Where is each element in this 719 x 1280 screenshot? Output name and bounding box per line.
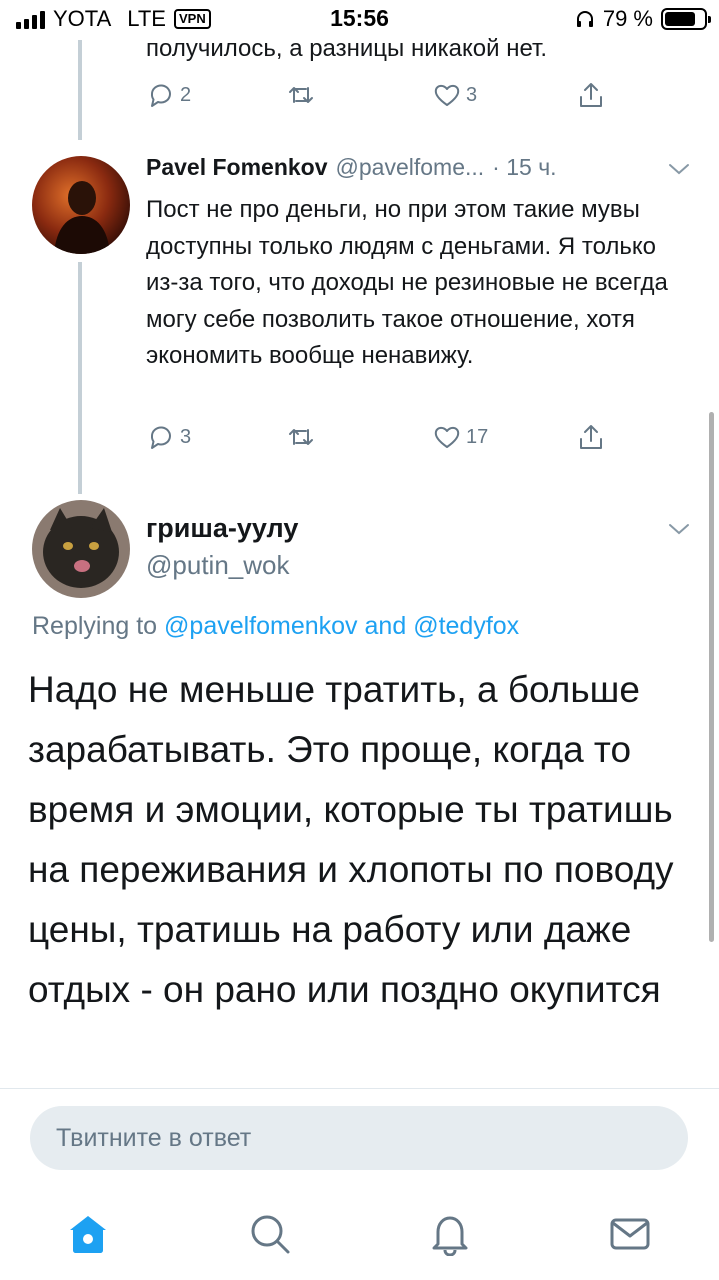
tweet-actions: 3 17 (146, 422, 616, 462)
replying-and[interactable]: and (365, 612, 407, 640)
replying-prefix: Replying to (32, 612, 158, 640)
thread-line (78, 262, 82, 494)
reply-icon (150, 84, 171, 107)
tweet-header: Pavel Fomenkov @pavelfome... · 15 ч. (146, 154, 676, 181)
home-icon (70, 1216, 106, 1253)
retweet-icon (289, 87, 313, 103)
like-button[interactable]: 3 (432, 80, 477, 110)
chevron-down-icon[interactable] (666, 520, 692, 538)
tab-notifications[interactable] (428, 1212, 472, 1257)
tab-home[interactable] (66, 1212, 110, 1256)
like-count: 3 (466, 83, 478, 106)
chevron-down-icon[interactable] (666, 160, 692, 178)
tab-search[interactable] (248, 1212, 292, 1256)
reply-input[interactable]: Твитните в ответ (30, 1106, 688, 1170)
author-handle[interactable]: @pavelfome... (336, 154, 485, 181)
mention-link[interactable]: @pavelfomenkov (164, 612, 358, 640)
share-button[interactable] (576, 422, 606, 452)
tweet-text: Пост не про деньги, но при этом такие му… (146, 196, 668, 369)
headphones-icon (576, 11, 593, 27)
retweet-icon (289, 429, 313, 445)
search-icon (251, 1215, 290, 1254)
reply-button[interactable]: 3 (146, 422, 191, 452)
share-icon (580, 83, 602, 107)
thread-line (78, 40, 82, 140)
share-icon (580, 425, 602, 449)
avatar[interactable] (32, 156, 130, 254)
tab-bar (0, 1190, 719, 1280)
reply-button[interactable]: 2 (146, 80, 191, 110)
heart-icon (434, 84, 460, 106)
author-handle[interactable]: @putin_wok (146, 550, 289, 581)
like-count: 17 (466, 425, 489, 448)
mention-link[interactable]: @tedyfox (413, 612, 519, 640)
tweet-time: · 15 ч. (492, 154, 557, 180)
battery-icon (661, 8, 711, 30)
messages-icon (610, 1218, 650, 1250)
notifications-icon (432, 1216, 468, 1257)
retweet-button[interactable] (286, 80, 316, 110)
scrollbar[interactable] (709, 412, 714, 942)
like-button[interactable]: 17 (432, 422, 488, 452)
reply-placeholder: Твитните в ответ (56, 1124, 252, 1152)
tweet-actions: 2 3 (146, 80, 616, 120)
heart-icon (434, 426, 460, 448)
divider (0, 1088, 719, 1089)
author-name[interactable]: гриша-уулу (146, 513, 298, 544)
avatar[interactable] (32, 500, 130, 598)
reply-count: 2 (180, 83, 192, 106)
tab-messages[interactable] (608, 1212, 652, 1256)
replying-to: Replying to @pavelfomenkov and @tedyfox (32, 612, 519, 641)
main-tweet-text: Надо не меньше тратить, а больше зарабат… (28, 669, 674, 1010)
share-button[interactable] (576, 80, 606, 110)
reply-count: 3 (180, 425, 192, 448)
retweet-button[interactable] (286, 422, 316, 452)
reply-icon (150, 426, 171, 449)
tweet-text: получилось, а разницы никакой нет. (146, 35, 547, 62)
battery-percent: 79 % (602, 6, 653, 31)
author-name[interactable]: Pavel Fomenkov (146, 154, 328, 181)
